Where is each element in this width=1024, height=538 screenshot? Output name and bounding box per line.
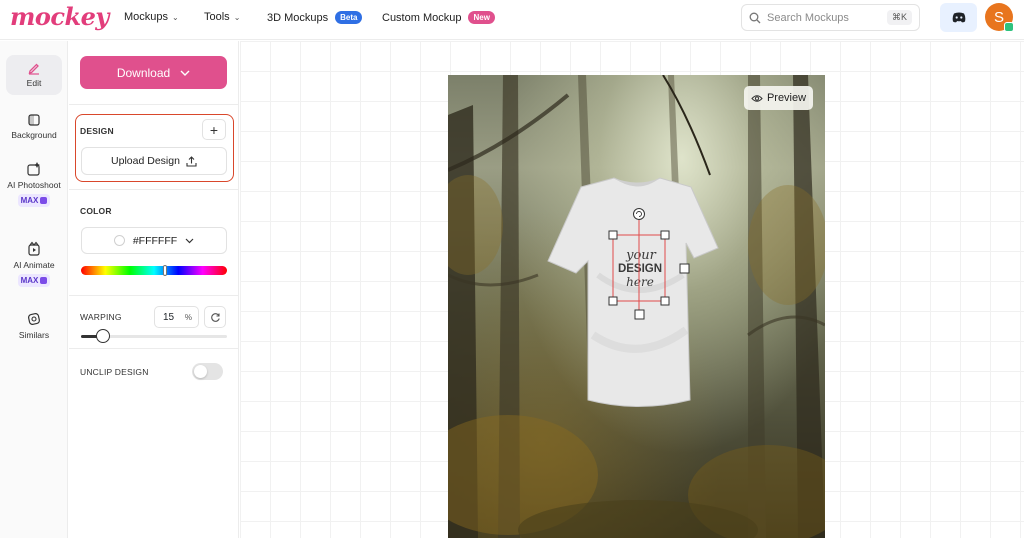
new-badge: New — [468, 11, 495, 24]
rail-label-similars: Similars — [18, 330, 50, 340]
editor-canvas: your DESIGN here Preview — [240, 41, 1024, 538]
rail-label-background: Background — [11, 130, 57, 140]
avatar[interactable]: S — [985, 3, 1014, 32]
resize-handle-br[interactable] — [660, 296, 670, 306]
unclip-design-toggle[interactable] — [192, 363, 223, 380]
chevron-down-icon: ⌄ — [233, 12, 241, 22]
download-button[interactable]: Download — [80, 56, 227, 89]
chevron-down-icon — [180, 70, 190, 76]
color-select[interactable]: #FFFFFF — [81, 227, 227, 254]
top-bar: mockey Mockups ⌄ Tools ⌄ 3D Mockups Beta… — [0, 0, 1024, 40]
color-section-label: COLOR — [80, 206, 112, 216]
upload-design-button[interactable]: Upload Design — [81, 147, 227, 175]
ai-animate-icon — [28, 241, 40, 256]
stretch-handle-right[interactable] — [679, 263, 690, 274]
avatar-initial: S — [993, 8, 1004, 26]
forest-scene: your DESIGN here — [448, 75, 825, 538]
nav-mockups[interactable]: Mockups ⌄ — [124, 11, 179, 23]
color-value: #FFFFFF — [132, 234, 178, 247]
similars-icon — [28, 313, 40, 325]
preview-button[interactable]: Preview — [744, 86, 813, 110]
max-badge: MAX — [17, 274, 51, 287]
chevron-down-icon: ⌄ — [172, 12, 179, 22]
settings-panel: Download DESIGN + Upload Design COLOR #F… — [69, 41, 239, 538]
search-icon — [749, 12, 761, 23]
nav-3d-mockups-label: 3D Mockups — [267, 11, 329, 24]
download-label: Download — [116, 65, 171, 80]
hue-slider-handle[interactable] — [163, 265, 167, 276]
nav-custom-mockup-label: Custom Mockup — [382, 11, 462, 24]
beta-badge: Beta — [335, 11, 363, 24]
resize-handle-tl[interactable] — [608, 230, 618, 240]
mockey-logo[interactable]: mockey — [10, 2, 109, 31]
rail-item-similars[interactable]: Similars — [6, 311, 62, 341]
warping-label: WARPING — [80, 312, 122, 322]
discord-icon — [952, 12, 965, 23]
search-shortcut: ⌘K — [886, 10, 912, 25]
status-dot — [1004, 22, 1014, 32]
discord-button[interactable] — [940, 3, 977, 32]
background-icon — [28, 114, 40, 126]
resize-handle-bl[interactable] — [608, 296, 618, 306]
mockup-image[interactable]: your DESIGN here Preview — [448, 75, 825, 538]
reset-warping-button[interactable] — [204, 306, 226, 328]
design-line-3: here — [626, 275, 654, 289]
search-placeholder: Search Mockups — [767, 11, 849, 24]
warping-value: 15 — [163, 311, 175, 323]
unclip-design-label: UNCLIP DESIGN — [80, 367, 149, 377]
rail-label-ai-photoshoot: AI Photoshoot — [7, 180, 61, 190]
nav-custom-mockup[interactable]: Custom Mockup New — [382, 11, 495, 24]
upload-design-label: Upload Design — [111, 155, 180, 167]
reset-icon — [210, 312, 220, 322]
crown-icon — [40, 277, 48, 284]
ai-photoshoot-icon — [27, 162, 40, 176]
rotate-icon[interactable] — [633, 208, 645, 220]
nav-tools[interactable]: Tools ⌄ — [204, 11, 240, 23]
rail-item-background[interactable]: Background — [6, 113, 62, 141]
rail-item-edit[interactable]: Edit — [6, 55, 62, 95]
design-section-label: DESIGN — [80, 126, 114, 136]
warping-input[interactable]: 15 % — [154, 306, 199, 328]
color-swatch — [113, 235, 125, 246]
tool-rail: Edit Background AI Photoshoot MAX AI Ani… — [0, 41, 68, 538]
max-badge: MAX — [17, 194, 51, 207]
eye-icon — [751, 94, 763, 102]
hue-slider[interactable] — [81, 266, 227, 275]
rail-label-ai-animate: AI Animate — [13, 260, 55, 270]
chevron-down-icon — [185, 238, 194, 243]
nav-mockups-label: Mockups — [124, 11, 169, 23]
design-line-2: DESIGN — [618, 263, 662, 275]
divider — [69, 189, 239, 190]
resize-handle-tr[interactable] — [660, 230, 670, 240]
pencil-icon — [28, 63, 39, 75]
nav-3d-mockups[interactable]: 3D Mockups Beta — [267, 11, 363, 24]
rail-item-ai-animate[interactable]: AI Animate MAX — [6, 241, 62, 287]
design-line-1: your — [625, 248, 657, 263]
nav-tools-label: Tools — [204, 11, 230, 23]
crown-icon — [40, 197, 48, 204]
warping-unit: % — [184, 312, 192, 322]
warping-slider-handle[interactable] — [95, 329, 110, 343]
divider — [69, 104, 239, 105]
preview-label: Preview — [766, 92, 807, 104]
toggle-knob — [194, 365, 207, 378]
search-input[interactable]: Search Mockups ⌘K — [741, 4, 920, 31]
stretch-handle-bottom[interactable] — [634, 309, 645, 320]
plus-icon: + — [209, 121, 219, 138]
rail-item-ai-photoshoot[interactable]: AI Photoshoot MAX — [6, 161, 62, 207]
upload-icon — [186, 155, 197, 167]
divider — [69, 348, 239, 349]
divider — [69, 295, 239, 296]
add-design-button[interactable]: + — [202, 119, 226, 140]
rail-label-edit: Edit — [26, 78, 42, 88]
